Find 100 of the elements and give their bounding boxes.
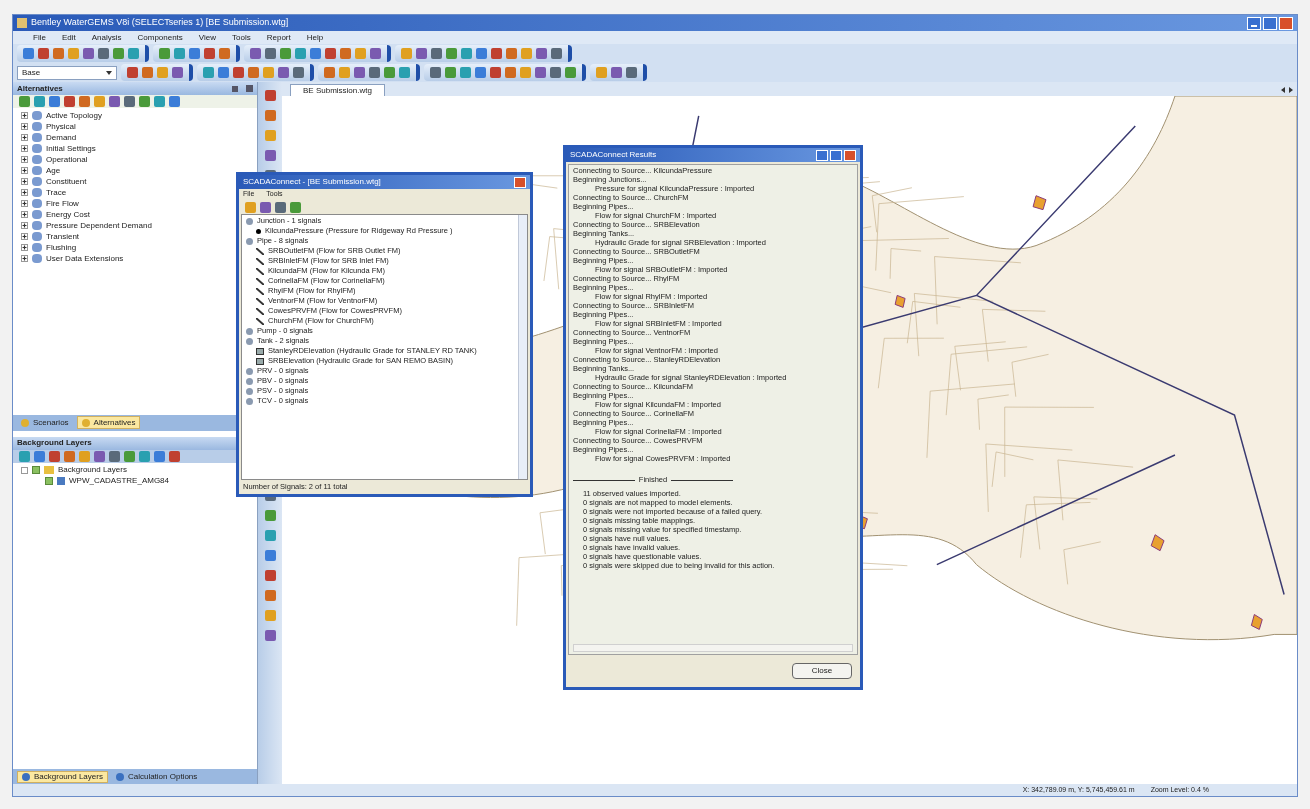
tool-icon[interactable]: [79, 96, 90, 107]
tool-icon[interactable]: [49, 96, 60, 107]
tool-icon[interactable]: [124, 96, 135, 107]
tool-icon[interactable]: [354, 67, 365, 78]
menu-item[interactable]: Analysis: [91, 31, 122, 44]
panel-tab[interactable]: Scenarios: [17, 416, 73, 429]
close-dialog-button[interactable]: Close: [792, 663, 852, 679]
tool-icon[interactable]: [265, 48, 276, 59]
tool-icon[interactable]: [172, 67, 183, 78]
expand-icon[interactable]: [21, 200, 28, 207]
tool-icon[interactable]: [536, 48, 547, 59]
collapse-icon[interactable]: [21, 466, 28, 474]
tool-icon[interactable]: [611, 67, 622, 78]
expand-icon[interactable]: [21, 255, 28, 262]
menu-item[interactable]: Components: [137, 31, 183, 44]
tree-item[interactable]: WPW_CADASTRE_AMG84: [69, 475, 170, 487]
tool-icon[interactable]: [38, 48, 49, 59]
tool-icon[interactable]: [490, 67, 501, 78]
tool-icon[interactable]: [189, 48, 200, 59]
tool-icon[interactable]: [264, 570, 276, 581]
tool-icon[interactable]: [264, 630, 276, 641]
menu-item[interactable]: File: [33, 31, 46, 44]
tree-item[interactable]: Transient: [46, 230, 80, 243]
tool-icon[interactable]: [431, 48, 442, 59]
panel-tab[interactable]: Background Layers: [17, 770, 108, 783]
minimize-button[interactable]: [1247, 16, 1261, 30]
tool-icon[interactable]: [49, 450, 60, 462]
tool-icon[interactable]: [23, 48, 34, 59]
tool-icon[interactable]: [83, 48, 94, 59]
tree-item[interactable]: Active Topology: [46, 109, 102, 122]
menu-item[interactable]: Tools: [232, 31, 251, 44]
tool-icon[interactable]: [416, 48, 427, 59]
tree-item[interactable]: Initial Settings: [46, 142, 96, 155]
tool-icon[interactable]: [169, 96, 180, 107]
horizontal-scrollbar[interactable]: [573, 644, 853, 652]
close-button[interactable]: [844, 149, 856, 161]
tool-icon[interactable]: [260, 201, 271, 213]
panel-tab[interactable]: Calculation Options: [111, 770, 202, 783]
close-button[interactable]: [514, 176, 526, 188]
expand-icon[interactable]: [21, 112, 28, 119]
tool-icon[interactable]: [139, 450, 150, 462]
panel-tab[interactable]: Alternatives: [76, 416, 141, 429]
minimize-button[interactable]: [816, 149, 828, 161]
tool-icon[interactable]: [430, 67, 441, 78]
tool-icon[interactable]: [475, 67, 486, 78]
menu-item[interactable]: View: [198, 31, 217, 44]
tool-icon[interactable]: [476, 48, 487, 59]
tool-icon[interactable]: [264, 150, 276, 161]
tool-icon[interactable]: [264, 510, 276, 521]
maximize-button[interactable]: [830, 149, 842, 161]
tool-icon[interactable]: [109, 96, 120, 107]
document-tab[interactable]: BE Submission.wtg: [290, 84, 385, 96]
tool-icon[interactable]: [233, 67, 244, 78]
tool-icon[interactable]: [370, 48, 381, 59]
tree-item[interactable]: Physical: [46, 120, 76, 133]
tool-icon[interactable]: [290, 201, 301, 213]
tool-icon[interactable]: [34, 96, 45, 107]
tree-item[interactable]: Trace: [46, 186, 67, 199]
tool-icon[interactable]: [98, 48, 109, 59]
tool-icon[interactable]: [19, 96, 30, 107]
tool-icon[interactable]: [154, 450, 165, 462]
maximize-button[interactable]: [1263, 16, 1277, 30]
pin-icon[interactable]: [232, 85, 238, 92]
menu-item[interactable]: Edit: [61, 31, 76, 44]
menu-item[interactable]: Help: [306, 31, 324, 44]
tool-icon[interactable]: [275, 201, 286, 213]
tool-icon[interactable]: [34, 450, 45, 462]
tool-icon[interactable]: [264, 550, 276, 561]
tool-icon[interactable]: [64, 450, 75, 462]
expand-icon[interactable]: [21, 134, 28, 141]
layer-checkbox[interactable]: [32, 466, 40, 474]
tool-icon[interactable]: [264, 530, 276, 541]
tool-icon[interactable]: [264, 90, 276, 101]
tool-icon[interactable]: [491, 48, 502, 59]
expand-icon[interactable]: [21, 211, 28, 218]
tool-icon[interactable]: [250, 48, 261, 59]
tool-icon[interactable]: [264, 590, 276, 601]
tool-icon[interactable]: [626, 67, 637, 78]
tool-icon[interactable]: [124, 450, 135, 462]
tool-icon[interactable]: [64, 96, 75, 107]
tool-icon[interactable]: [310, 48, 321, 59]
expand-icon[interactable]: [21, 123, 28, 130]
scrollbar[interactable]: [518, 215, 527, 479]
menu-item[interactable]: Report: [266, 31, 291, 44]
tree-item[interactable]: Pressure Dependent Demand: [46, 219, 152, 232]
tool-icon[interactable]: [139, 96, 150, 107]
expand-icon[interactable]: [21, 222, 28, 229]
tool-icon[interactable]: [127, 67, 138, 78]
tool-icon[interactable]: [94, 450, 105, 462]
expand-icon[interactable]: [21, 244, 28, 251]
tool-icon[interactable]: [535, 67, 546, 78]
tool-icon[interactable]: [169, 450, 180, 462]
close-button[interactable]: [1279, 16, 1293, 30]
tree-item[interactable]: Operational: [46, 153, 88, 166]
tool-icon[interactable]: [278, 67, 289, 78]
tree-item[interactable]: Background Layers: [58, 464, 127, 476]
expand-icon[interactable]: [21, 167, 28, 174]
tool-icon[interactable]: [218, 67, 229, 78]
tool-icon[interactable]: [204, 48, 215, 59]
expand-icon[interactable]: [21, 178, 28, 185]
